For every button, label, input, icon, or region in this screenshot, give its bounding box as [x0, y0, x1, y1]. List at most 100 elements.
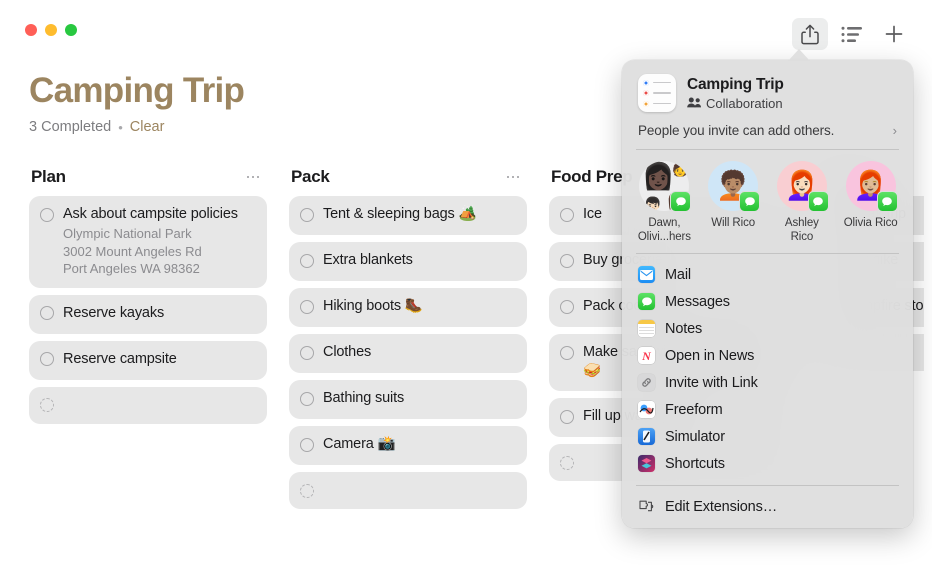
- column-title: Pack: [291, 167, 330, 186]
- chevron-right-icon: ›: [892, 123, 897, 138]
- reminders-dot-blue: [643, 79, 649, 86]
- task-row[interactable]: Reserve campsite: [29, 340, 267, 380]
- board-column: Pack Tent & sleeping bags 🏕️ Extra blanket…: [278, 158, 538, 582]
- task-title: Ask about campsite policies: [63, 206, 238, 222]
- task-note: Olympic National Park 3002 Mount Angeles …: [63, 226, 202, 277]
- task-row[interactable]: Ask about campsite policies Olympic Natio…: [29, 196, 267, 288]
- column-header: Pack: [289, 158, 527, 196]
- task-row[interactable]: Extra blankets: [289, 242, 527, 281]
- separator-dot: •: [118, 119, 123, 135]
- task-checkbox[interactable]: [300, 483, 314, 498]
- share-menu-item[interactable]: N Open in News: [622, 342, 913, 369]
- share-button[interactable]: [792, 18, 828, 50]
- task-checkbox[interactable]: [560, 253, 574, 268]
- task-list: Tent & sleeping bags 🏕️ Extra blankets Hik…: [289, 196, 527, 509]
- new-task-row[interactable]: [29, 386, 267, 424]
- list-view-icon: [841, 26, 863, 43]
- share-menu-item[interactable]: Notes: [622, 315, 913, 342]
- column-more-button[interactable]: [505, 172, 522, 183]
- page-title: Camping Trip: [29, 71, 245, 110]
- task-checkbox[interactable]: [40, 352, 54, 367]
- invite-permission-text: People you invite can add others.: [638, 123, 835, 138]
- task-checkbox[interactable]: [300, 299, 314, 314]
- task-checkbox[interactable]: [300, 345, 314, 360]
- column-title: Plan: [31, 167, 66, 186]
- task-title: Reserve kayaks: [63, 304, 165, 321]
- task-title: Extra blankets: [323, 252, 413, 268]
- task-row[interactable]: Tent & sleeping bags 🏕️: [289, 196, 527, 235]
- task-row[interactable]: Clothes: [289, 334, 527, 373]
- add-reminder-button[interactable]: [876, 18, 912, 50]
- task-row[interactable]: Bathing suits: [289, 380, 527, 419]
- task-title: Bathing suits: [323, 390, 405, 406]
- share-menu-label: Freeform: [665, 401, 723, 418]
- minimize-button[interactable]: [45, 24, 57, 36]
- column-header: Plan: [29, 158, 267, 196]
- task-checkbox[interactable]: [300, 253, 314, 268]
- popover-title: Camping Trip: [687, 75, 784, 93]
- toolbar: [792, 18, 912, 50]
- task-checkbox[interactable]: [560, 345, 574, 360]
- task-checkbox[interactable]: [560, 207, 574, 222]
- freeform-icon: [638, 401, 655, 419]
- task-row[interactable]: Hiking boots 🥾: [289, 288, 527, 327]
- link-icon: [638, 374, 655, 392]
- task-checkbox[interactable]: [40, 207, 54, 222]
- news-icon: N: [638, 347, 655, 365]
- share-popover: Camping Trip Collaboration People you in…: [622, 60, 913, 529]
- popover-subtitle: Collaboration: [706, 95, 783, 111]
- mail-icon: [638, 266, 655, 284]
- task-checkbox[interactable]: [40, 398, 54, 413]
- task-title: Ice: [583, 206, 602, 222]
- task-checkbox[interactable]: [560, 409, 574, 424]
- task-checkbox[interactable]: [300, 391, 314, 406]
- collaborator[interactable]: 🧑🏽‍🦱 Will Rico: [699, 161, 768, 244]
- simulator-icon: [638, 428, 655, 446]
- share-icon: [801, 24, 819, 45]
- share-menu-item[interactable]: Messages: [622, 288, 913, 315]
- task-list: Ask about campsite policies Olympic Natio…: [29, 196, 267, 424]
- task-checkbox[interactable]: [560, 299, 574, 314]
- column-more-button[interactable]: [245, 172, 262, 183]
- collaborator-name: Dawn, Olivi...hers: [637, 217, 691, 244]
- share-menu-item[interactable]: Freeform: [622, 396, 913, 423]
- share-menu-label: Simulator: [665, 428, 725, 445]
- share-menu-label: Invite with Link: [665, 374, 758, 391]
- task-row[interactable]: Reserve kayaks: [29, 294, 267, 334]
- share-menu-item[interactable]: Invite with Link: [622, 369, 913, 396]
- list-header: Camping Trip 3 Completed • Clear: [29, 71, 245, 135]
- edit-extensions-item[interactable]: Edit Extensions…: [622, 493, 913, 520]
- view-options-button[interactable]: [834, 18, 870, 50]
- share-menu-item[interactable]: Shortcuts: [622, 450, 913, 477]
- task-checkbox[interactable]: [40, 306, 54, 321]
- close-button[interactable]: [25, 24, 37, 36]
- popover-divider-bottom: [636, 485, 899, 487]
- messages-badge-icon: [739, 191, 761, 212]
- collaborator[interactable]: 👩🏼‍🦰 Olivia Rico: [836, 161, 905, 244]
- share-menu-label: Notes: [665, 320, 703, 337]
- invite-permission-row[interactable]: People you invite can add others. ›: [622, 122, 913, 149]
- task-title: Tent & sleeping bags 🏕️: [323, 206, 477, 222]
- task-title: Reserve campsite: [63, 350, 177, 367]
- collaborator[interactable]: 👩🏻‍🦰 Ashley Rico: [768, 161, 837, 244]
- task-title: Clothes: [323, 344, 372, 360]
- zoom-button[interactable]: [65, 24, 77, 36]
- board-column: Plan Ask about campsite policies Olympic N…: [18, 158, 278, 582]
- people-icon: [687, 96, 702, 111]
- task-title: Hiking boots 🥾: [323, 298, 423, 314]
- popover-header: Camping Trip Collaboration: [622, 60, 913, 122]
- task-checkbox[interactable]: [300, 437, 314, 452]
- notes-icon: [638, 320, 655, 338]
- messages-badge-icon: [876, 191, 898, 212]
- collaborator[interactable]: 👩🏿🧑👦🏻👩🏽Dawn,Olivi...hers: [630, 161, 699, 244]
- clear-completed-link[interactable]: Clear: [130, 119, 165, 135]
- share-menu-item[interactable]: Mail: [622, 261, 913, 288]
- task-checkbox[interactable]: [560, 455, 574, 470]
- task-checkbox[interactable]: [300, 207, 314, 222]
- share-menu-label: Mail: [665, 266, 691, 283]
- share-menu-label: Shortcuts: [665, 455, 725, 472]
- task-row[interactable]: Camera 📸: [289, 426, 527, 465]
- list-status: 3 Completed • Clear: [29, 119, 244, 135]
- share-menu-item[interactable]: Simulator: [622, 423, 913, 450]
- new-task-row[interactable]: [289, 472, 527, 509]
